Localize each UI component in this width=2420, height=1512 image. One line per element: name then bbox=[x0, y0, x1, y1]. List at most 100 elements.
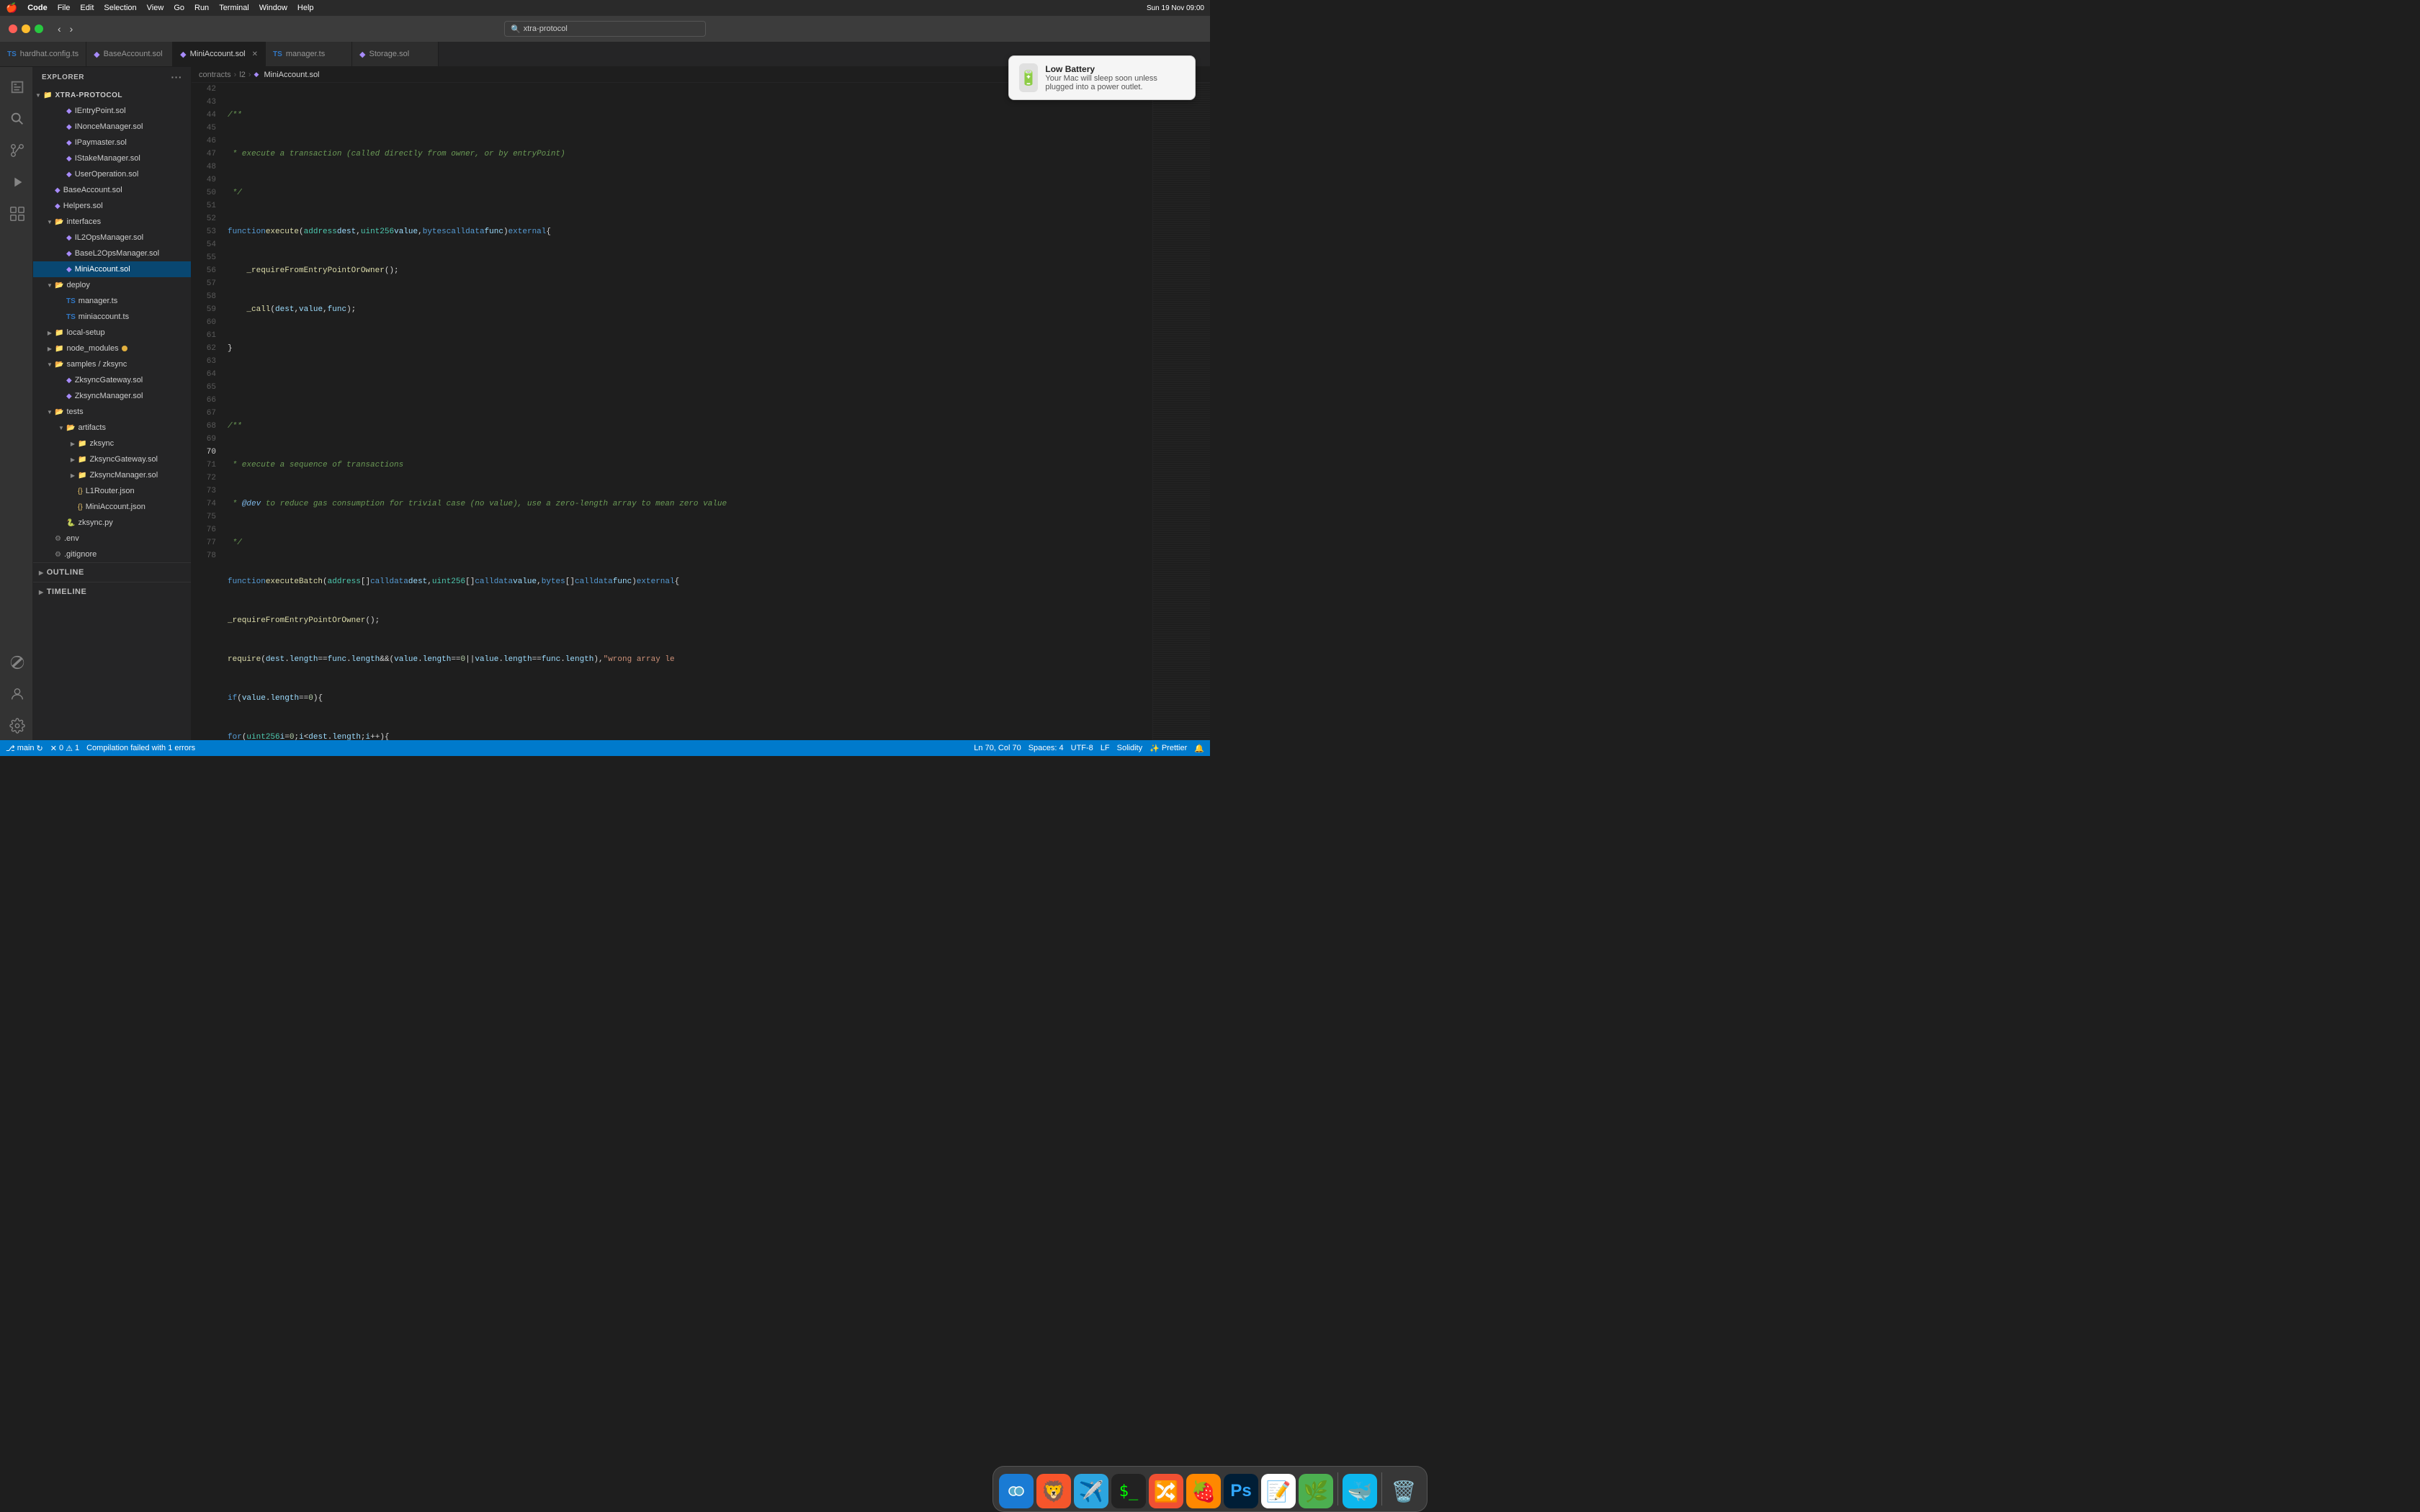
tree-item-local-setup[interactable]: ▶ 📁 local-setup bbox=[33, 325, 191, 341]
menu-go[interactable]: Go bbox=[174, 4, 184, 12]
encoding[interactable]: UTF-8 bbox=[1071, 744, 1093, 752]
file-label: INonceManager.sol bbox=[75, 122, 143, 131]
activity-search[interactable] bbox=[2, 104, 31, 133]
menu-run[interactable]: Run bbox=[194, 4, 209, 12]
menu-file[interactable]: File bbox=[58, 4, 71, 12]
tab-storage[interactable]: ◆ Storage.sol bbox=[352, 42, 439, 67]
tree-item-il2opsmanager[interactable]: ◆ IL2OpsManager.sol bbox=[33, 230, 191, 246]
dock-flstudio[interactable]: 🍓 bbox=[1186, 1474, 1221, 1508]
folder-icon: 📂 bbox=[55, 218, 63, 226]
menu-edit[interactable]: Edit bbox=[80, 4, 94, 12]
tab-close-button[interactable]: ✕ bbox=[252, 50, 258, 58]
menu-app-name[interactable]: Code bbox=[27, 4, 48, 12]
language-mode[interactable]: Solidity bbox=[1117, 744, 1142, 752]
tree-expand-icon: ▼ bbox=[33, 92, 43, 99]
activity-extensions[interactable] bbox=[2, 199, 31, 228]
line-num: 58 bbox=[194, 290, 216, 303]
tree-item-zksyncgateway[interactable]: ◆ ZksyncGateway.sol bbox=[33, 372, 191, 388]
git-branch[interactable]: ⎇ main ↻ bbox=[6, 744, 43, 753]
error-count[interactable]: ✕ 0 ⚠ 1 bbox=[50, 744, 79, 753]
tree-item-l1router-json[interactable]: {} L1Router.json bbox=[33, 483, 191, 499]
tab-manager[interactable]: TS manager.ts bbox=[266, 42, 352, 67]
code-line-58: for (uint256 i = 0; i < dest.length; i++… bbox=[228, 731, 1152, 740]
tree-item-ientrypoint[interactable]: ◆ IEntryPoint.sol bbox=[33, 103, 191, 119]
tree-item-zksyncmanager[interactable]: ◆ ZksyncManager.sol bbox=[33, 388, 191, 404]
breadcrumb-filename[interactable]: MiniAccount.sol bbox=[264, 71, 319, 79]
minimize-button[interactable] bbox=[22, 24, 30, 33]
activity-remote[interactable] bbox=[2, 648, 31, 677]
tree-item-node-modules[interactable]: ▶ 📁 node_modules bbox=[33, 341, 191, 356]
dock-trash[interactable]: 🗑️ bbox=[1386, 1474, 1421, 1508]
tree-item-baseaccount[interactable]: ◆ BaseAccount.sol bbox=[33, 182, 191, 198]
tree-item-ipaymaster[interactable]: ◆ IPaymaster.sol bbox=[33, 135, 191, 150]
activity-accounts[interactable] bbox=[2, 680, 31, 708]
sidebar-more-button[interactable]: ··· bbox=[171, 71, 183, 83]
tree-item-miniaccount[interactable]: ◆ MiniAccount.sol bbox=[33, 261, 191, 277]
back-button[interactable]: ‹ bbox=[55, 22, 64, 36]
tree-item-zksync-folder[interactable]: ▶ 📁 zksync bbox=[33, 436, 191, 451]
activity-explorer[interactable] bbox=[2, 73, 31, 102]
cursor-position[interactable]: Ln 70, Col 70 bbox=[974, 744, 1021, 752]
notification-bell[interactable]: 🔔 bbox=[1194, 744, 1204, 753]
code-line-52: * @dev to reduce gas consumption for tri… bbox=[228, 498, 1152, 510]
file-icon: ⚙ bbox=[55, 535, 61, 543]
spaces[interactable]: Spaces: 4 bbox=[1028, 744, 1064, 752]
tree-item-artifacts[interactable]: ▼ 📂 artifacts bbox=[33, 420, 191, 436]
sol-file-icon: ◆ bbox=[55, 186, 60, 194]
tree-item-istakemanager[interactable]: ◆ IStakeManager.sol bbox=[33, 150, 191, 166]
menu-view[interactable]: View bbox=[147, 4, 164, 12]
dock-textedit[interactable]: 📝 bbox=[1261, 1474, 1296, 1508]
tree-item-env[interactable]: ⚙ .env bbox=[33, 531, 191, 546]
tab-miniaccount[interactable]: ◆ MiniAccount.sol ✕ bbox=[173, 42, 266, 67]
tree-item-miniaccount-json[interactable]: {} MiniAccount.json bbox=[33, 499, 191, 515]
forward-button[interactable]: › bbox=[67, 22, 76, 36]
tree-item-zksyncmanager-folder[interactable]: ▶ 📁 ZksyncManager.sol bbox=[33, 467, 191, 483]
tree-item-useroperation[interactable]: ◆ UserOperation.sol bbox=[33, 166, 191, 182]
line-num: 57 bbox=[194, 277, 216, 290]
dock-photoshop[interactable]: Ps bbox=[1224, 1474, 1258, 1508]
sol-file-icon: ◆ bbox=[66, 155, 72, 163]
dock-cot[interactable]: 🌿 bbox=[1299, 1474, 1333, 1508]
tree-item-helpers[interactable]: ◆ Helpers.sol bbox=[33, 198, 191, 214]
tree-item-samples[interactable]: ▼ 📂 samples / zksync bbox=[33, 356, 191, 372]
sol-breadcrumb-icon: ◆ bbox=[254, 71, 259, 78]
tree-item-miniaccount-ts[interactable]: TS miniaccount.ts bbox=[33, 309, 191, 325]
tree-item-gitignore[interactable]: ⚙ .gitignore bbox=[33, 546, 191, 562]
menu-terminal[interactable]: Terminal bbox=[219, 4, 249, 12]
dock-docker[interactable]: 🐳 bbox=[1343, 1474, 1377, 1508]
tab-hardhat[interactable]: TS hardhat.config.ts bbox=[0, 42, 86, 67]
tree-item-tests[interactable]: ▼ 📂 tests bbox=[33, 404, 191, 420]
dock-telegram[interactable]: ✈️ bbox=[1074, 1474, 1108, 1508]
tree-root[interactable]: ▼ 📁 XTRA-PROTOCOL bbox=[33, 87, 191, 103]
activity-run-debug[interactable] bbox=[2, 168, 31, 197]
activity-settings[interactable] bbox=[2, 711, 31, 740]
tab-baseaccount[interactable]: ◆ BaseAccount.sol bbox=[86, 42, 173, 67]
formatter[interactable]: ✨ Prettier bbox=[1150, 744, 1187, 753]
tree-item-manager-ts[interactable]: TS manager.ts bbox=[33, 293, 191, 309]
tree-item-zksyncgateway-folder[interactable]: ▶ 📁 ZksyncGateway.sol bbox=[33, 451, 191, 467]
close-button[interactable] bbox=[9, 24, 17, 33]
menu-window[interactable]: Window bbox=[259, 4, 287, 12]
code-editor[interactable]: /** * execute a transaction (called dire… bbox=[222, 83, 1152, 740]
search-bar[interactable]: 🔍 xtra-protocol bbox=[504, 21, 706, 37]
breadcrumb-contracts[interactable]: contracts bbox=[199, 71, 231, 79]
line-ending[interactable]: LF bbox=[1101, 744, 1110, 752]
dock-git[interactable]: 🔀 bbox=[1149, 1474, 1183, 1508]
menu-selection[interactable]: Selection bbox=[104, 4, 136, 12]
timeline-header[interactable]: ▶ TIMELINE bbox=[33, 584, 191, 600]
tree-item-deploy[interactable]: ▼ 📂 deploy bbox=[33, 277, 191, 293]
outline-header[interactable]: ▶ OUTLINE bbox=[33, 564, 191, 580]
dock-terminal[interactable]: $_ bbox=[1111, 1474, 1146, 1508]
apple-icon[interactable]: 🍎 bbox=[6, 2, 17, 14]
menu-help[interactable]: Help bbox=[297, 4, 314, 12]
tree-item-inoncemanager[interactable]: ◆ INonceManager.sol bbox=[33, 119, 191, 135]
tree-item-basel2opsmanager[interactable]: ◆ BaseL2OpsManager.sol bbox=[33, 246, 191, 261]
line-num: 43 bbox=[194, 96, 216, 109]
tree-item-zksync-py[interactable]: 🐍 zksync.py bbox=[33, 515, 191, 531]
dock-finder[interactable] bbox=[999, 1474, 1034, 1508]
tree-item-interfaces[interactable]: ▼ 📂 interfaces bbox=[33, 214, 191, 230]
dock-brave[interactable]: 🦁 bbox=[1036, 1474, 1071, 1508]
fullscreen-button[interactable] bbox=[35, 24, 43, 33]
breadcrumb-l2[interactable]: l2 bbox=[239, 71, 246, 79]
activity-source-control[interactable] bbox=[2, 136, 31, 165]
